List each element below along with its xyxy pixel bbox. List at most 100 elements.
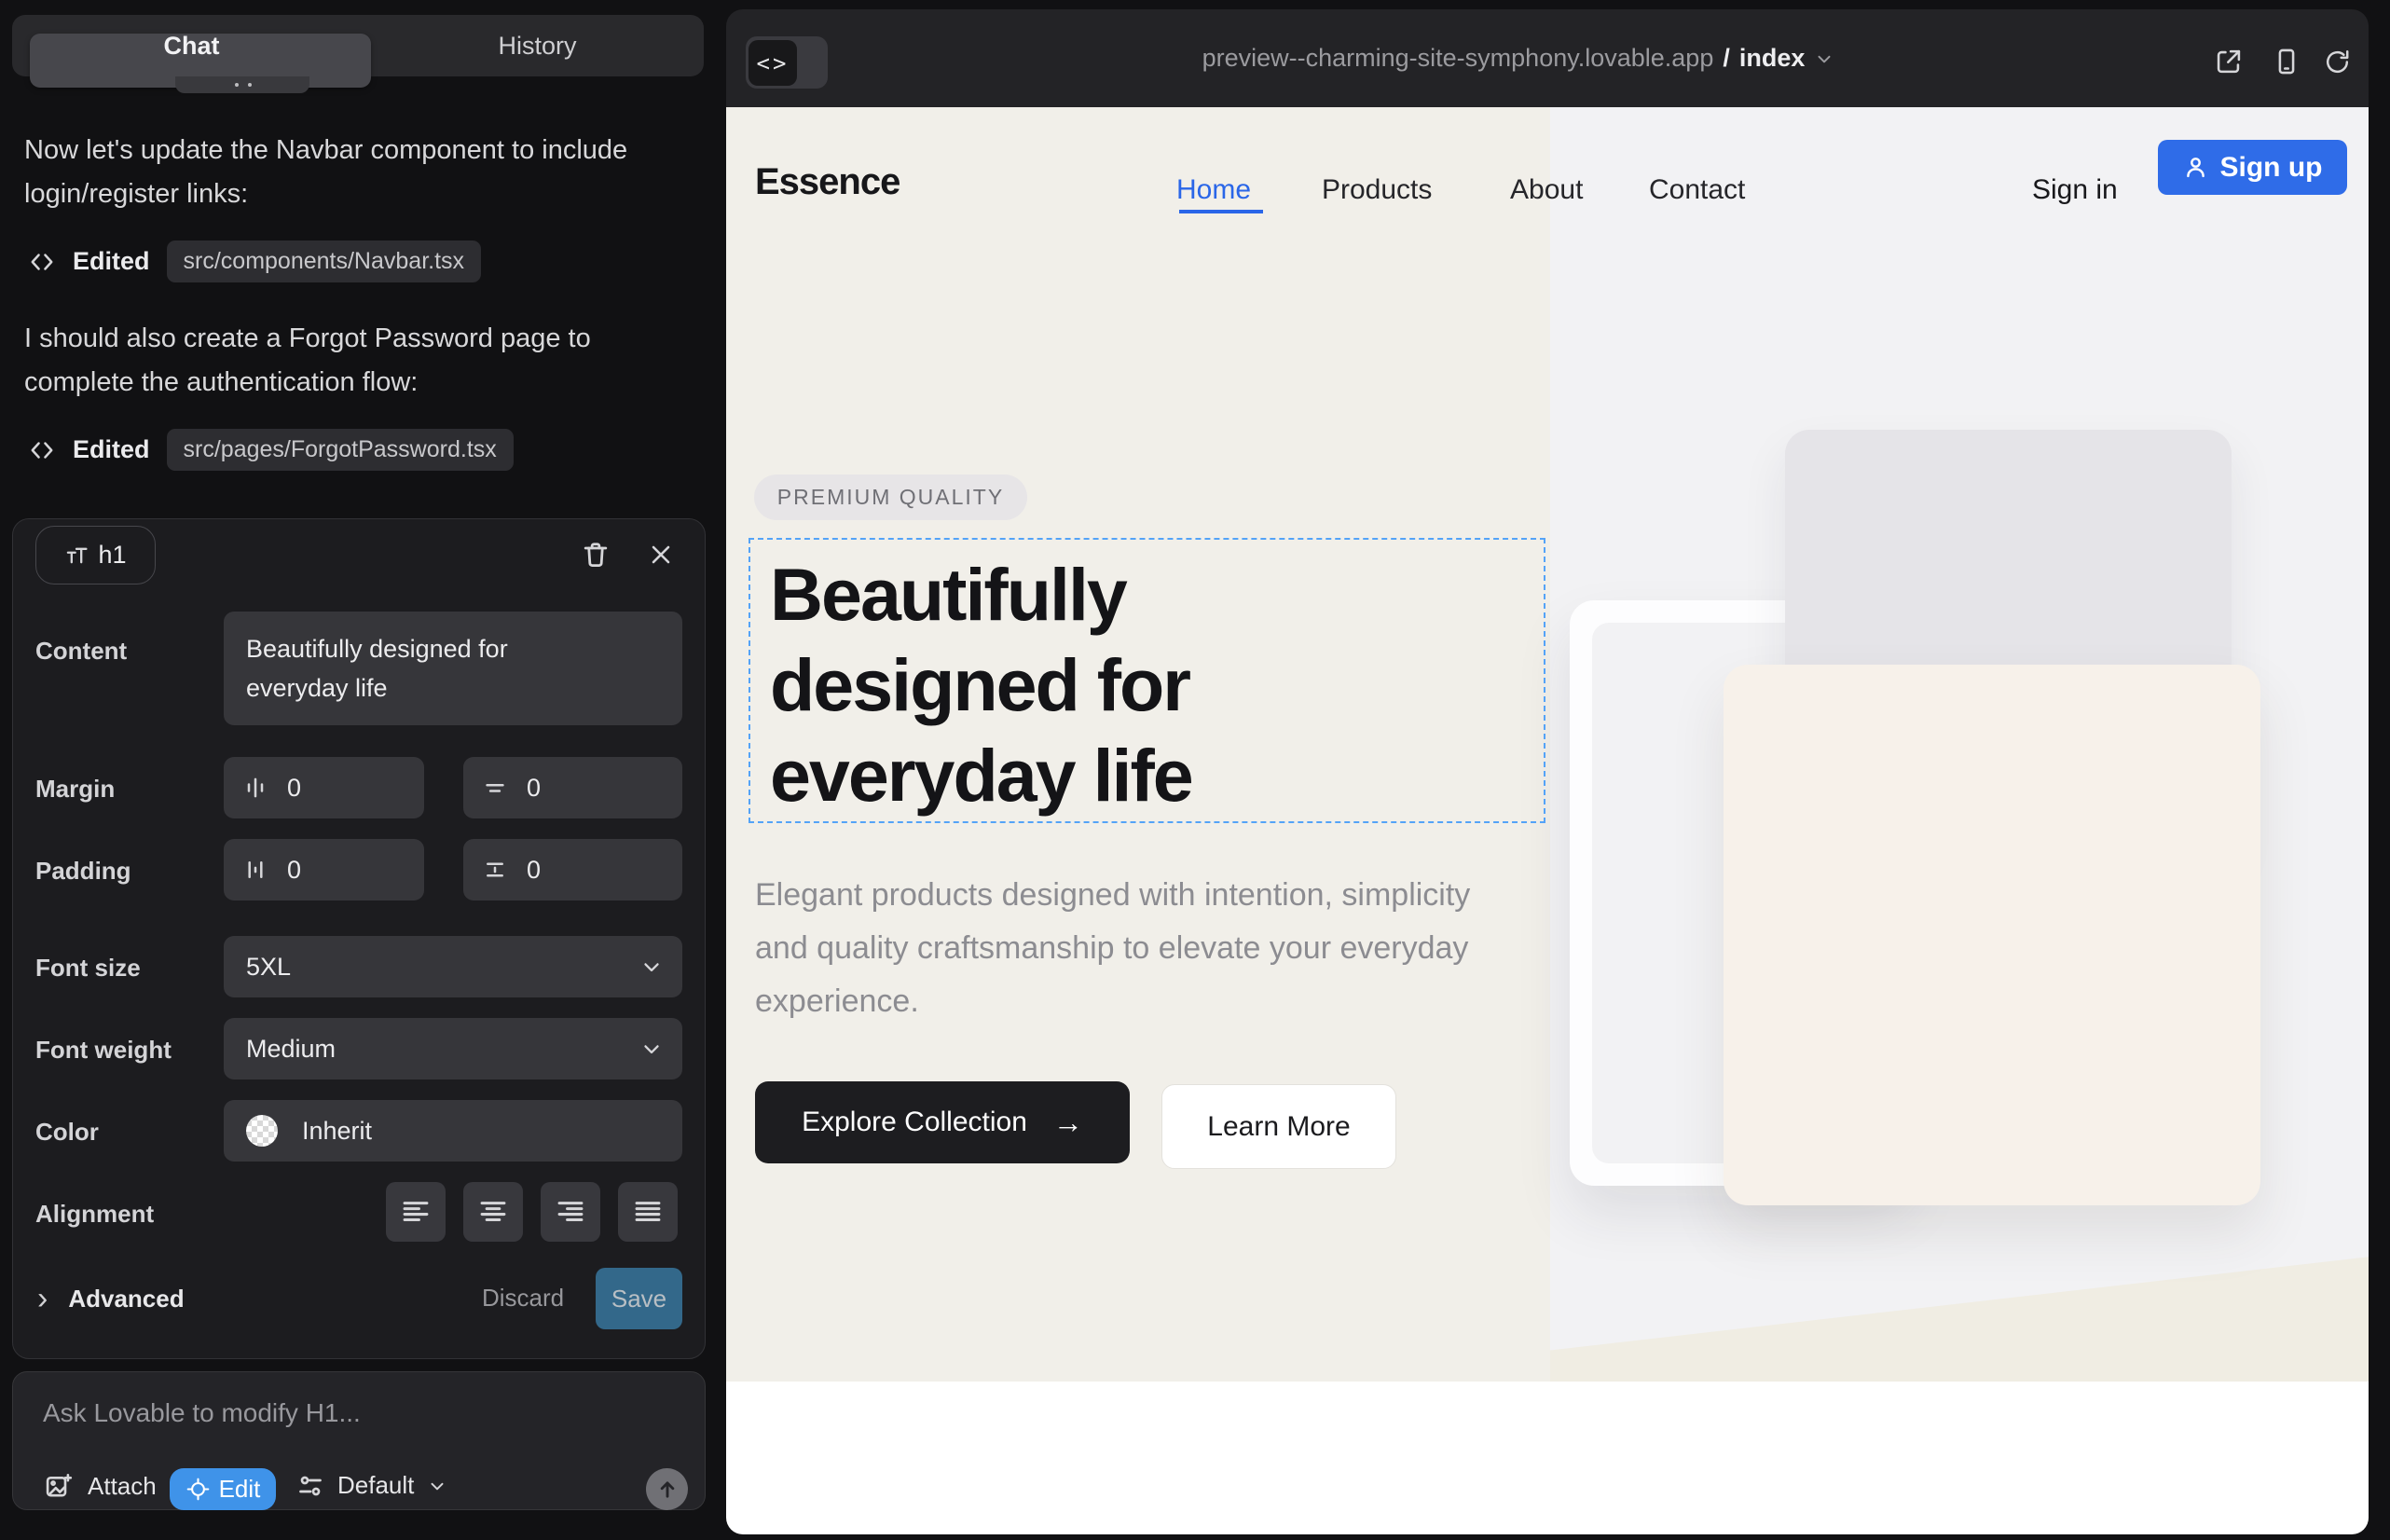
- chat-message: Now let's update the Navbar component to…: [24, 129, 667, 216]
- site-logo[interactable]: Essence: [755, 161, 900, 203]
- close-editor-button[interactable]: [646, 540, 676, 570]
- align-left-button[interactable]: [386, 1182, 446, 1242]
- attach-button[interactable]: Attach: [43, 1471, 157, 1501]
- advanced-label: Advanced: [68, 1285, 184, 1313]
- url-page: index: [1739, 44, 1806, 73]
- tab-chat[interactable]: Chat: [12, 19, 371, 73]
- chevron-down-icon: [639, 955, 664, 979]
- chat-message: I should also create a Forgot Password p…: [24, 317, 667, 405]
- code-icon: [28, 436, 56, 464]
- truncated-chip: [175, 76, 309, 93]
- color-swatch: [246, 1115, 278, 1147]
- advanced-toggle[interactable]: › Advanced: [37, 1281, 185, 1317]
- color-label: Color: [35, 1118, 99, 1147]
- file-path-chip[interactable]: src/components/Navbar.tsx: [167, 241, 482, 282]
- margin-label: Margin: [35, 775, 115, 804]
- url-bar[interactable]: preview--charming-site-symphony.lovable.…: [726, 9, 2311, 107]
- nav-link-contact[interactable]: Contact: [1649, 174, 1745, 206]
- next-section-background: [726, 1382, 2369, 1534]
- hero-description: Elegant products designed with intention…: [755, 869, 1501, 1028]
- align-right-button[interactable]: [541, 1182, 600, 1242]
- edit-label: Edit: [219, 1475, 261, 1504]
- refresh-icon: [2322, 47, 2353, 77]
- edited-file-row[interactable]: Edited src/components/Navbar.tsx: [28, 241, 481, 282]
- code-icon: [28, 248, 56, 276]
- preview-browser-panel: <> preview--charming-site-symphony.lovab…: [726, 9, 2369, 1534]
- default-label: Default: [337, 1471, 414, 1500]
- margin-vertical-input[interactable]: 0: [463, 757, 682, 818]
- chat-history-tabbar: Chat History: [12, 15, 704, 76]
- font-size-label: Font size: [35, 954, 141, 983]
- learn-more-button[interactable]: Learn More: [1161, 1084, 1396, 1169]
- refresh-button[interactable]: [2322, 47, 2353, 77]
- site-viewport: Essence Home Products About Contact Sign…: [726, 107, 2369, 1534]
- trash-icon: [580, 539, 611, 571]
- default-mode-select[interactable]: Default: [296, 1471, 447, 1500]
- external-link-icon: [2213, 46, 2245, 77]
- padding-vertical-input[interactable]: 0: [463, 839, 682, 901]
- discard-button[interactable]: Discard: [482, 1284, 564, 1313]
- url-domain: preview--charming-site-symphony.lovable.…: [1202, 44, 1714, 73]
- edit-mode-button[interactable]: Edit: [170, 1468, 276, 1510]
- margin-horizontal-icon: [242, 775, 268, 801]
- composer-input[interactable]: Ask Lovable to modify H1...: [43, 1398, 361, 1428]
- chevron-down-icon: [1814, 48, 1834, 69]
- signup-label: Sign up: [2220, 152, 2323, 184]
- nav-link-products[interactable]: Products: [1322, 174, 1432, 206]
- user-icon: [2183, 155, 2208, 180]
- padding-vertical-value: 0: [527, 856, 541, 885]
- color-select[interactable]: Inherit: [224, 1100, 682, 1162]
- margin-vertical-icon: [482, 775, 508, 801]
- delete-element-button[interactable]: [580, 539, 611, 571]
- align-center-button[interactable]: [463, 1182, 523, 1242]
- margin-vertical-value: 0: [527, 774, 541, 803]
- align-right-icon: [555, 1196, 586, 1228]
- content-label: Content: [35, 637, 127, 666]
- padding-horizontal-value: 0: [287, 856, 301, 885]
- nav-active-underline: [1179, 210, 1263, 213]
- close-icon: [646, 540, 676, 570]
- hero-badge: PREMIUM QUALITY: [754, 474, 1027, 520]
- send-button[interactable]: [646, 1468, 688, 1510]
- smartphone-icon: [2271, 46, 2302, 77]
- font-weight-select[interactable]: Medium: [224, 1018, 682, 1079]
- edited-label: Edited: [73, 247, 150, 276]
- align-left-icon: [400, 1196, 432, 1228]
- signup-button[interactable]: Sign up: [2158, 140, 2347, 195]
- font-weight-value: Medium: [246, 1035, 336, 1064]
- mobile-preview-button[interactable]: [2271, 46, 2302, 77]
- content-input[interactable]: Beautifully designed for everyday life: [224, 612, 682, 725]
- font-weight-label: Font weight: [35, 1036, 172, 1065]
- attach-image-icon: [43, 1471, 73, 1501]
- edited-file-row[interactable]: Edited src/pages/ForgotPassword.tsx: [28, 429, 514, 471]
- align-justify-icon: [632, 1196, 664, 1228]
- decor-card-beige: [1724, 665, 2260, 1205]
- align-center-icon: [477, 1196, 509, 1228]
- explore-collection-button[interactable]: Explore Collection →: [755, 1081, 1130, 1163]
- align-justify-button[interactable]: [618, 1182, 678, 1242]
- font-size-select[interactable]: 5XL: [224, 936, 682, 997]
- send-arrow-icon: [655, 1478, 680, 1502]
- hero-heading[interactable]: Beautifully designed for everyday life: [770, 549, 1192, 820]
- margin-horizontal-input[interactable]: 0: [224, 757, 424, 818]
- target-icon: [185, 1477, 211, 1502]
- url-separator: /: [1723, 44, 1730, 73]
- open-external-button[interactable]: [2213, 46, 2245, 77]
- padding-horizontal-input[interactable]: 0: [224, 839, 424, 901]
- padding-horizontal-icon: [242, 857, 268, 883]
- nav-link-about[interactable]: About: [1510, 174, 1583, 206]
- edited-label: Edited: [73, 435, 150, 464]
- alignment-label: Alignment: [35, 1200, 154, 1229]
- app-window: Chat History Now let's update the Navbar…: [0, 0, 2390, 1540]
- nav-link-home[interactable]: Home: [1176, 174, 1251, 206]
- arrow-right-icon: →: [1053, 1106, 1083, 1140]
- tab-history[interactable]: History: [371, 19, 704, 73]
- selected-element-badge: h1: [35, 526, 156, 584]
- file-path-chip[interactable]: src/pages/ForgotPassword.tsx: [167, 429, 514, 471]
- explore-collection-label: Explore Collection: [802, 1107, 1027, 1138]
- save-button[interactable]: Save: [596, 1268, 682, 1329]
- hero-heading-line: Beautifully: [770, 549, 1192, 639]
- signin-link[interactable]: Sign in: [2032, 174, 2118, 206]
- margin-horizontal-value: 0: [287, 774, 301, 803]
- padding-label: Padding: [35, 857, 131, 886]
